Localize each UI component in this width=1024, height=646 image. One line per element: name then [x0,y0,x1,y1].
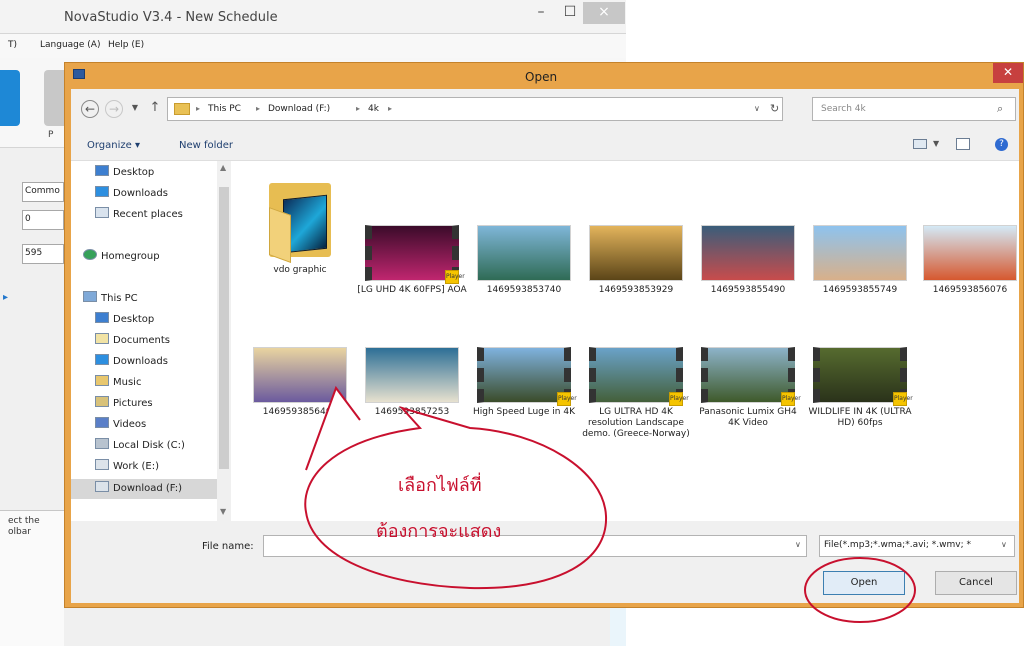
callout-line-2: ต้องการจะแสดง [376,521,502,542]
annotation-overlay [304,385,916,623]
callout-line-1: เลือกไฟล์ที่ [398,475,482,496]
open-button-highlight-circle [804,557,916,623]
